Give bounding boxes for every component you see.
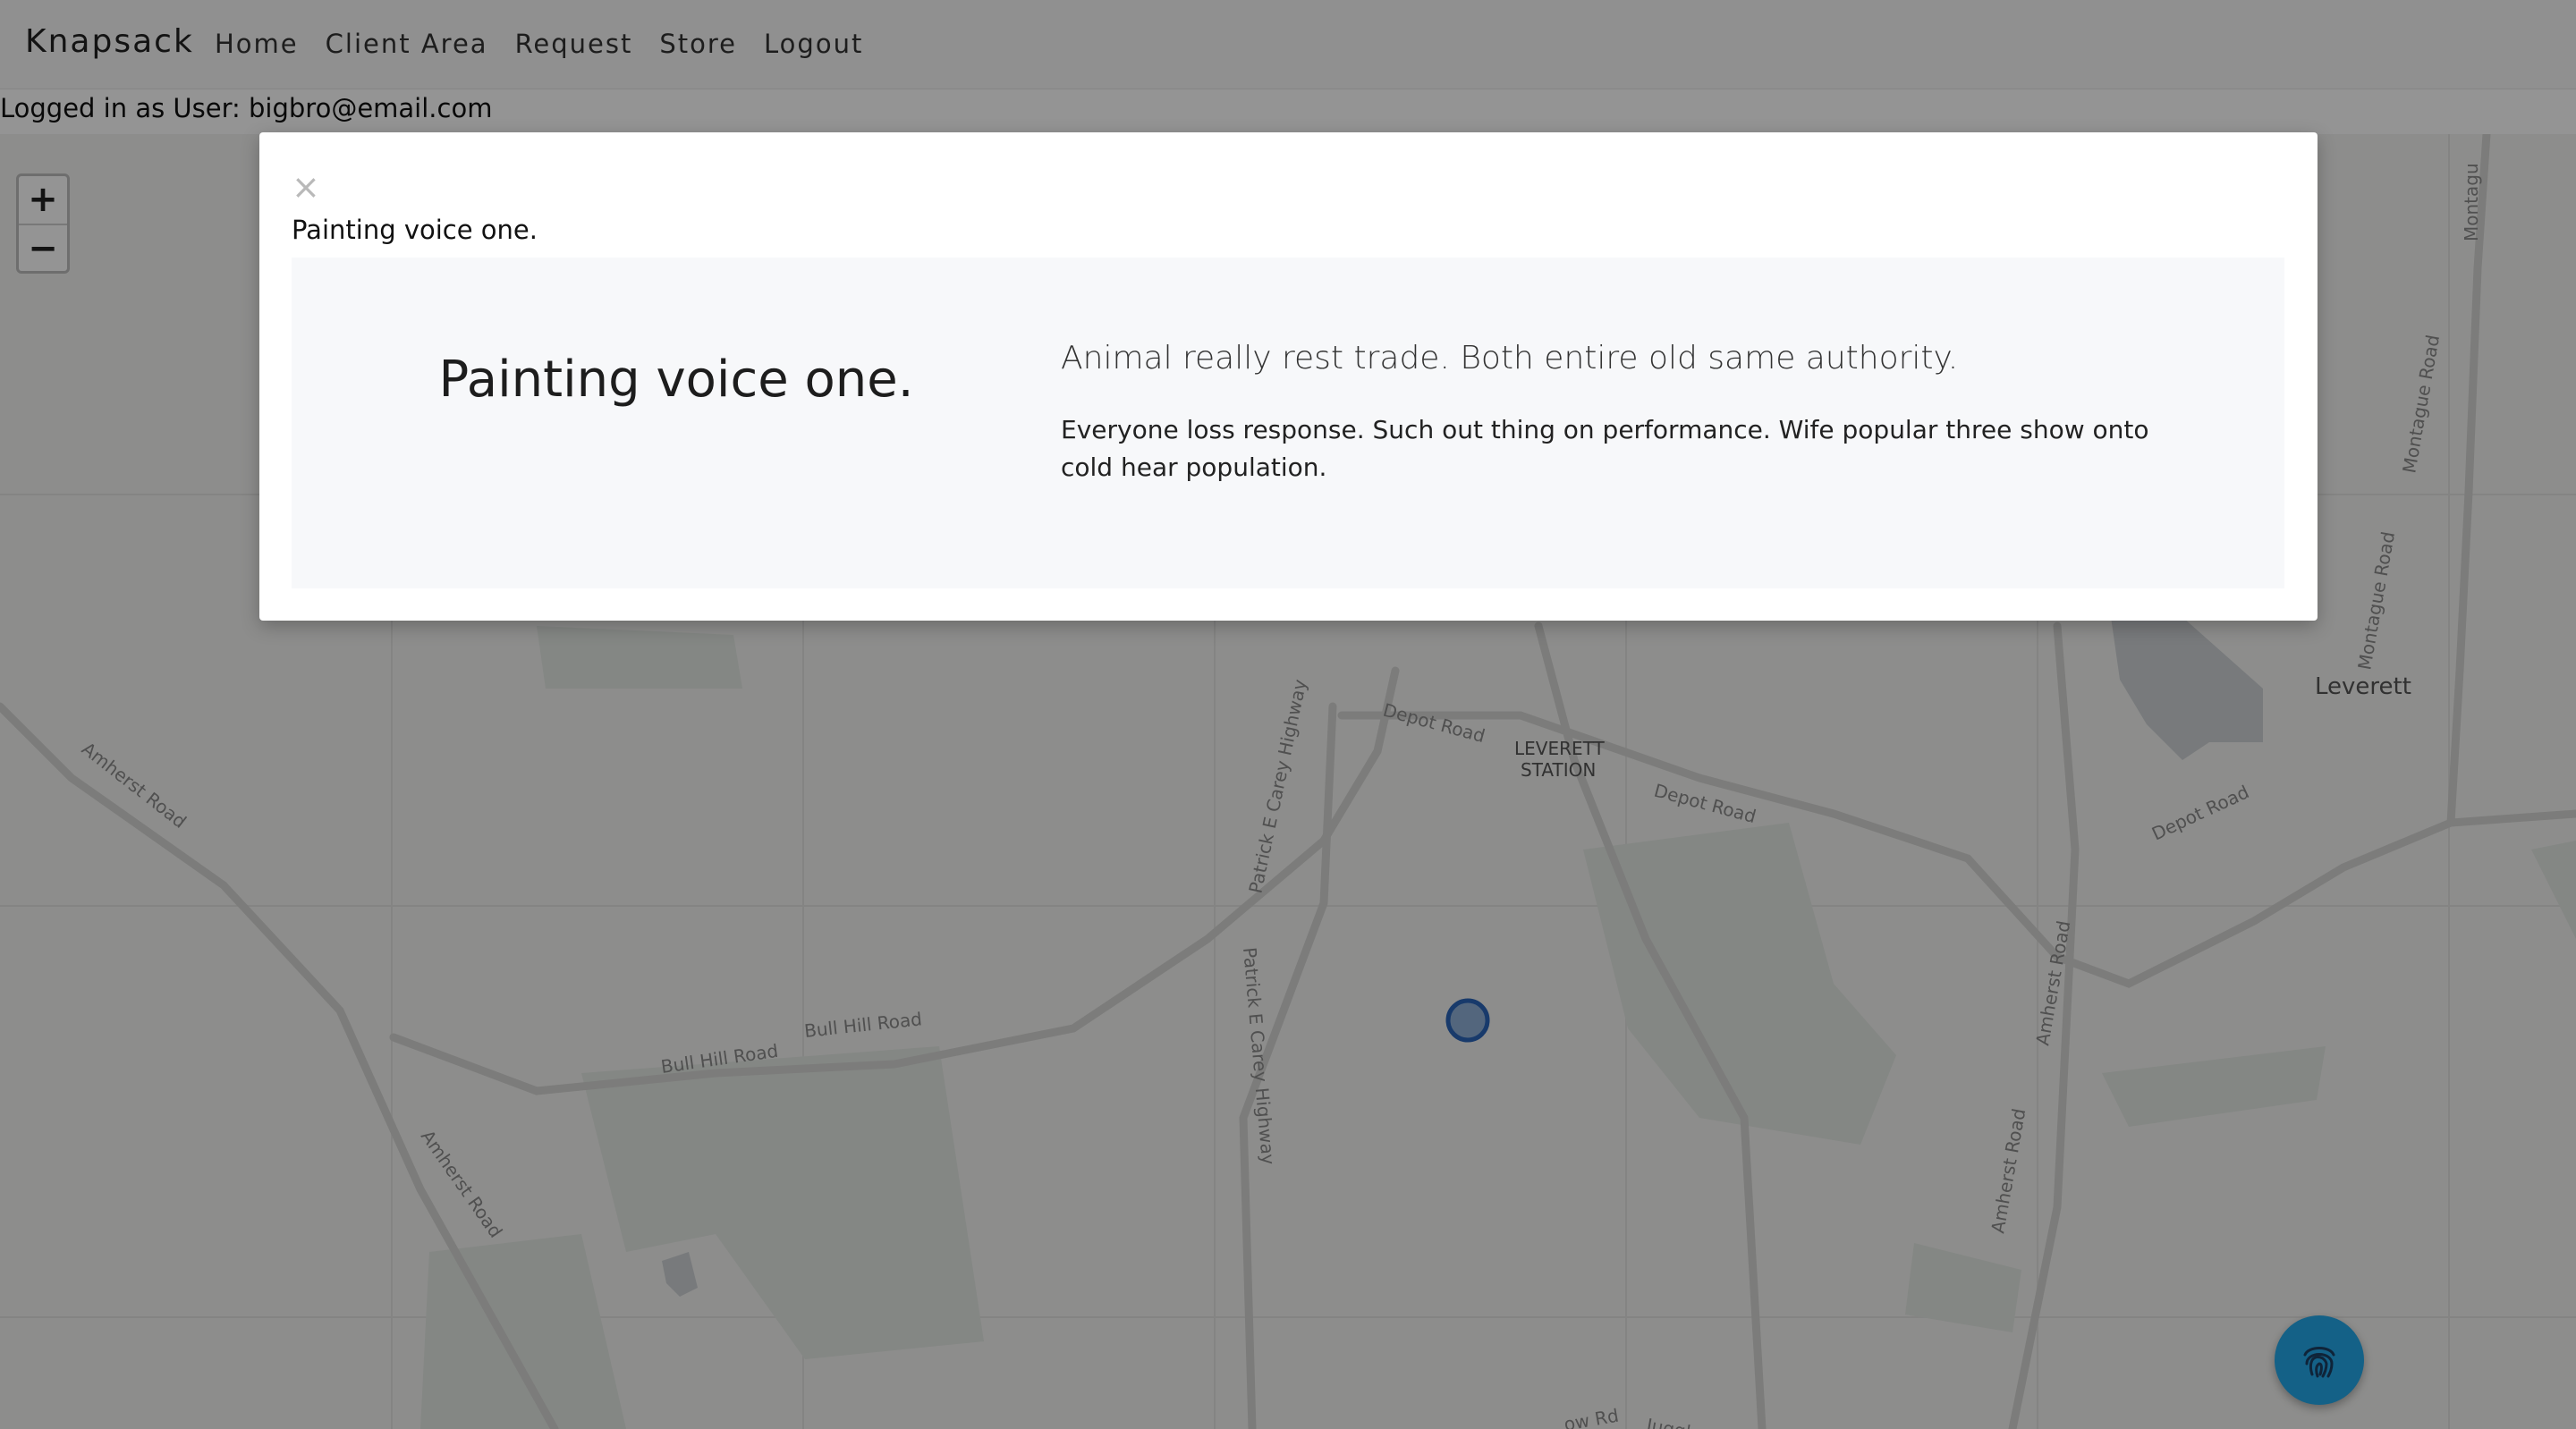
content-body: Everyone loss response. Such out thing o… bbox=[1061, 415, 2149, 482]
modal-content-panel: Painting voice one. Animal really rest t… bbox=[292, 258, 2284, 588]
content-lead: Animal really rest trade. Both entire ol… bbox=[1061, 340, 1959, 376]
modal-dialog: × Painting voice one. Painting voice one… bbox=[259, 132, 2318, 621]
close-icon[interactable]: × bbox=[292, 170, 320, 204]
content-heading: Painting voice one. bbox=[438, 351, 914, 409]
modal-title: Painting voice one. bbox=[292, 215, 538, 245]
